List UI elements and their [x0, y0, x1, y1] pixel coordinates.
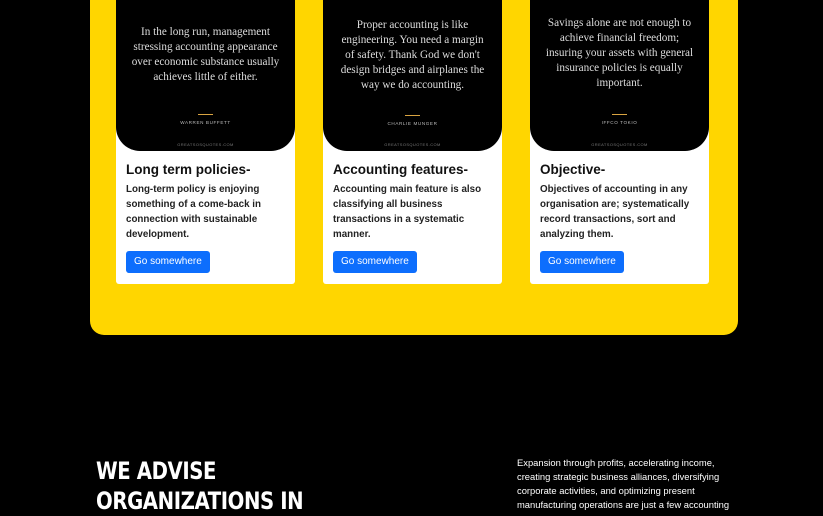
quote-author: WARREN BUFFETT: [180, 120, 231, 125]
quote-divider: [612, 114, 627, 115]
card-title: Long term policies-: [126, 162, 251, 177]
card-text: Objectives of accounting in any organisa…: [540, 184, 690, 240]
quote-site: GREATSOSQUOTES.COM: [384, 142, 441, 147]
go-somewhere-button[interactable]: Go somewhere: [126, 251, 210, 273]
quote-mark-icon: “: [530, 0, 709, 11]
advise-paragraph: Expansion through profits, accelerating …: [517, 457, 730, 510]
quote-divider: [198, 114, 213, 115]
card-objective: “ Savings alone are not enough to achiev…: [530, 0, 709, 284]
cards-panel: “ In the long run, management stressing …: [90, 0, 738, 335]
card-accounting-features: “ Proper accounting is like engineering.…: [323, 0, 502, 284]
go-somewhere-button[interactable]: Go somewhere: [540, 251, 624, 273]
advise-heading: We advise organizations in: [96, 457, 304, 515]
quote-author: IFFCO TOKIO: [601, 120, 638, 125]
quote-mark-icon: “: [116, 0, 295, 10]
quote-text: Savings alone are not enough to achieve …: [545, 17, 694, 89]
card-title: Accounting features-: [333, 162, 469, 177]
card-text: Long-term policy is enjoying something o…: [126, 184, 262, 240]
quote-text: In the long run, management stressing ac…: [131, 26, 280, 83]
quote-mark-icon: “: [323, 0, 502, 14]
quote-site: GREATSOSQUOTES.COM: [591, 142, 648, 147]
quote-text: Proper accounting is like engineering. Y…: [340, 19, 485, 91]
go-somewhere-button[interactable]: Go somewhere: [333, 251, 417, 273]
card-text: Accounting main feature is also classify…: [333, 184, 482, 240]
quote-author: CHARLIE MUNGER: [387, 121, 438, 126]
quote-site: GREATSOSQUOTES.COM: [177, 142, 234, 147]
quote-image: “ Savings alone are not enough to achiev…: [530, 0, 709, 151]
quote-divider: [405, 115, 420, 116]
quote-image: “ In the long run, management stressing …: [116, 0, 295, 151]
card-title: Objective-: [540, 162, 606, 177]
quote-image: “ Proper accounting is like engineering.…: [323, 0, 502, 151]
card-long-term-policies: “ In the long run, management stressing …: [116, 0, 295, 284]
